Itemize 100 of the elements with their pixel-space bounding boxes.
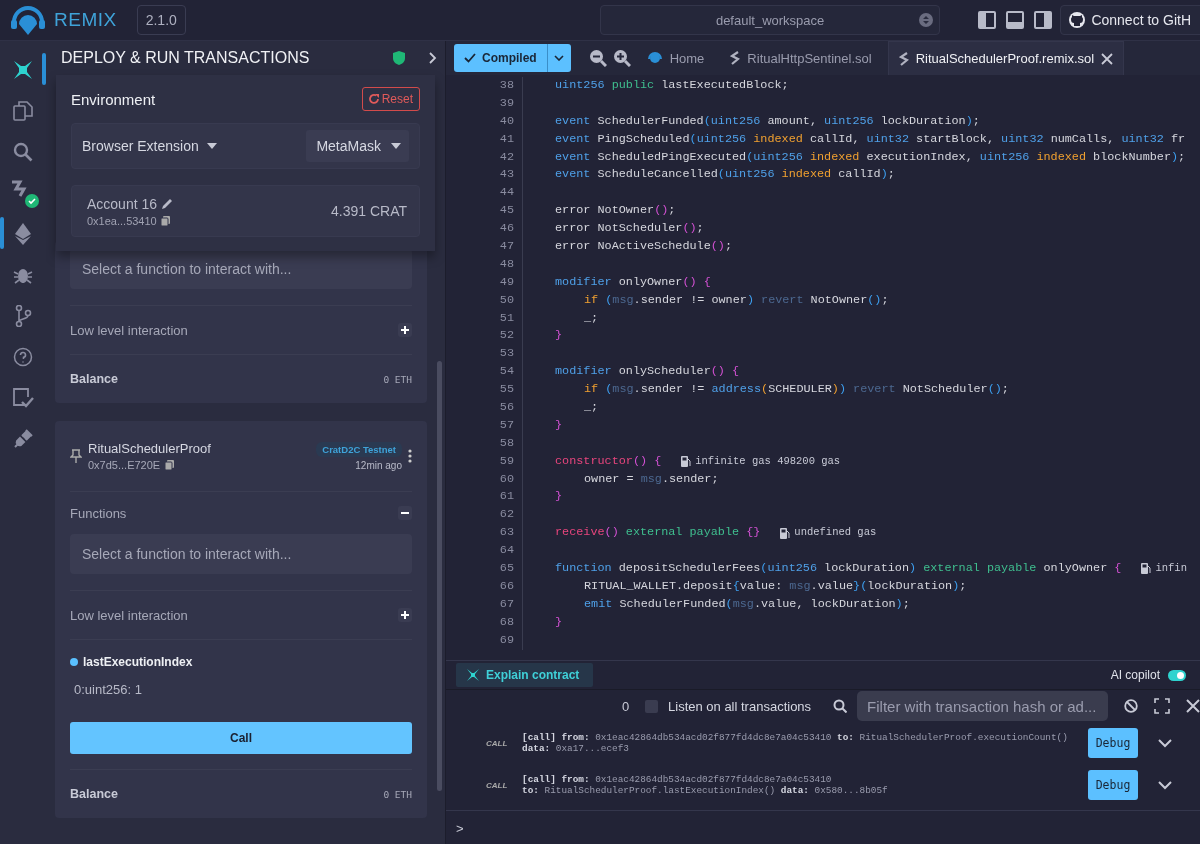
line-number: 40 <box>446 112 523 131</box>
contract-address: 0x7d5...E720E <box>88 459 161 471</box>
code-line: event ScheduleCancelled(uint256 indexed callId); <box>555 166 895 184</box>
terminal-prompt: > <box>456 820 464 836</box>
copilot-label: AI copilot <box>1110 668 1160 682</box>
reset-button[interactable]: Reset <box>361 87 420 111</box>
transaction-count: 0 <box>621 698 631 714</box>
line-number: 45 <box>446 202 523 221</box>
maximize-button[interactable] <box>1154 698 1170 714</box>
copilot-toggle[interactable] <box>1168 669 1186 681</box>
check-badge-icon <box>25 193 39 208</box>
compile-options-button[interactable] <box>546 44 571 72</box>
line-number: 51 <box>446 309 523 328</box>
return-value: 0:uint256: 1 <box>74 682 142 697</box>
log-type: CALL <box>486 780 508 790</box>
close-icon <box>1101 52 1114 65</box>
log-type: CALL <box>486 738 508 748</box>
code-line: _; <box>584 309 599 327</box>
workspace-select[interactable]: default_workspace <box>599 5 941 35</box>
code-line: constructor() { <box>555 452 662 470</box>
function-name: lastExecutionIndex <box>83 655 193 669</box>
expand-icon <box>1154 698 1170 714</box>
gas-estimate: infin <box>1155 561 1187 577</box>
chevron-right-icon <box>429 52 437 64</box>
zoom-out-button[interactable] <box>588 49 607 67</box>
sparkle-icon <box>12 58 34 81</box>
line-number: 69 <box>446 631 523 650</box>
account-address: 0x1ea...53410 <box>87 214 157 227</box>
status-dot <box>70 658 78 666</box>
checkbox-label: Listen on all transactions <box>668 698 812 714</box>
line-number: 55 <box>446 381 523 400</box>
line-number: 53 <box>446 345 523 364</box>
right-panel-toggle[interactable] <box>1034 11 1053 29</box>
editor-tab[interactable]: RitualHttpSentinel.sol <box>720 41 882 75</box>
debug-button[interactable]: Debug <box>1088 770 1138 800</box>
code-line: modifier onlyScheduler() { <box>555 363 740 381</box>
zoom-in-button[interactable] <box>612 49 631 67</box>
code-line: error NoActiveSchedule(); <box>555 238 732 255</box>
file-icon <box>730 51 741 65</box>
filter-field[interactable]: Filter with transaction hash or ad... <box>857 691 1108 721</box>
wallet-select[interactable]: MetaMask <box>306 130 409 162</box>
line-number: 66 <box>446 577 523 596</box>
version-label: 2.1.0 <box>136 5 186 35</box>
log-line: [call] from: 0x1eac42864db534acd02f877fd4dc8e7a04c53410 <box>522 774 833 785</box>
function-select[interactable]: Select a function to interact with... <box>70 534 412 574</box>
balance-value: 0 ETH <box>383 373 412 385</box>
headset-logo-icon <box>646 50 663 66</box>
editor-tab[interactable]: Home <box>636 41 715 75</box>
line-number: 67 <box>446 595 523 614</box>
debug-button[interactable]: Debug <box>1088 728 1138 758</box>
github-button[interactable]: Connect to GitH <box>1060 5 1200 35</box>
call-button[interactable]: Call <box>70 722 412 754</box>
line-number: 52 <box>446 327 523 346</box>
shield-icon <box>393 51 405 65</box>
editor-tab[interactable]: RitualSchedulerProof.remix.sol <box>887 41 1125 75</box>
file-icon <box>898 51 909 66</box>
chevron-down-icon <box>1158 738 1172 748</box>
account-name: Account 16 <box>87 195 158 212</box>
files-icon <box>13 100 33 121</box>
explain-button[interactable]: Explain contract <box>456 663 594 687</box>
line-number: 42 <box>446 148 523 167</box>
panel-title: DEPLOY & RUN TRANSACTIONS <box>61 49 311 67</box>
scrollbar[interactable] <box>437 361 442 791</box>
terminal-toggle[interactable] <box>1006 11 1025 29</box>
code-line: uint256 public lastExecutedBlock; <box>555 77 789 94</box>
balance-value: 0 ETH <box>383 788 412 800</box>
line-number: 50 <box>446 291 523 310</box>
help-icon <box>13 346 33 367</box>
caret-icon <box>391 143 401 149</box>
caret-icon <box>554 55 565 61</box>
section-label: Low level interaction <box>70 322 188 338</box>
code-line: if (msg.sender != address(SCHEDULER)) revert NotScheduler(); <box>584 381 1009 399</box>
contract-name: RitualSchedulerProof <box>88 441 212 456</box>
code-line: } <box>555 327 563 345</box>
line-number: 57 <box>446 416 523 435</box>
code-line: event ScheduledPingExecuted(uint256 indexed executionIndex, uint256 indexed blockNumber); <box>555 148 1186 166</box>
app-name: REMIX <box>54 9 117 31</box>
listen-checkbox[interactable] <box>645 699 658 713</box>
function-select[interactable]: Select a function to interact with... <box>70 249 412 289</box>
copy-icon <box>165 460 175 470</box>
zoom-out-icon <box>588 49 607 67</box>
compile-button[interactable]: Compiled <box>454 44 547 72</box>
log-line: to: RitualSchedulerProof.lastExecutionIndex() data: 0x580...8b05f <box>522 785 889 796</box>
remix-logo-icon <box>10 4 46 36</box>
sidebar-toggle[interactable] <box>978 11 997 29</box>
fuel-pump-icon <box>780 527 791 539</box>
copy-icon <box>160 215 170 226</box>
sidebar-icon-button[interactable] <box>11 98 35 123</box>
plus-icon <box>398 608 412 622</box>
close-icon <box>1186 699 1200 713</box>
clear-button[interactable] <box>1124 699 1138 713</box>
gas-estimate: infinite gas 498200 gas <box>695 453 841 469</box>
gas-estimate: undefined gas <box>794 525 877 541</box>
line-number: 59 <box>446 452 523 471</box>
environment-select[interactable]: Browser Extension <box>82 138 299 154</box>
chevron-down-icon <box>1158 780 1172 790</box>
close-button[interactable] <box>1186 699 1200 713</box>
zoom-in-icon <box>612 49 631 67</box>
line-number: 48 <box>446 255 523 274</box>
plug-icon <box>12 427 34 450</box>
